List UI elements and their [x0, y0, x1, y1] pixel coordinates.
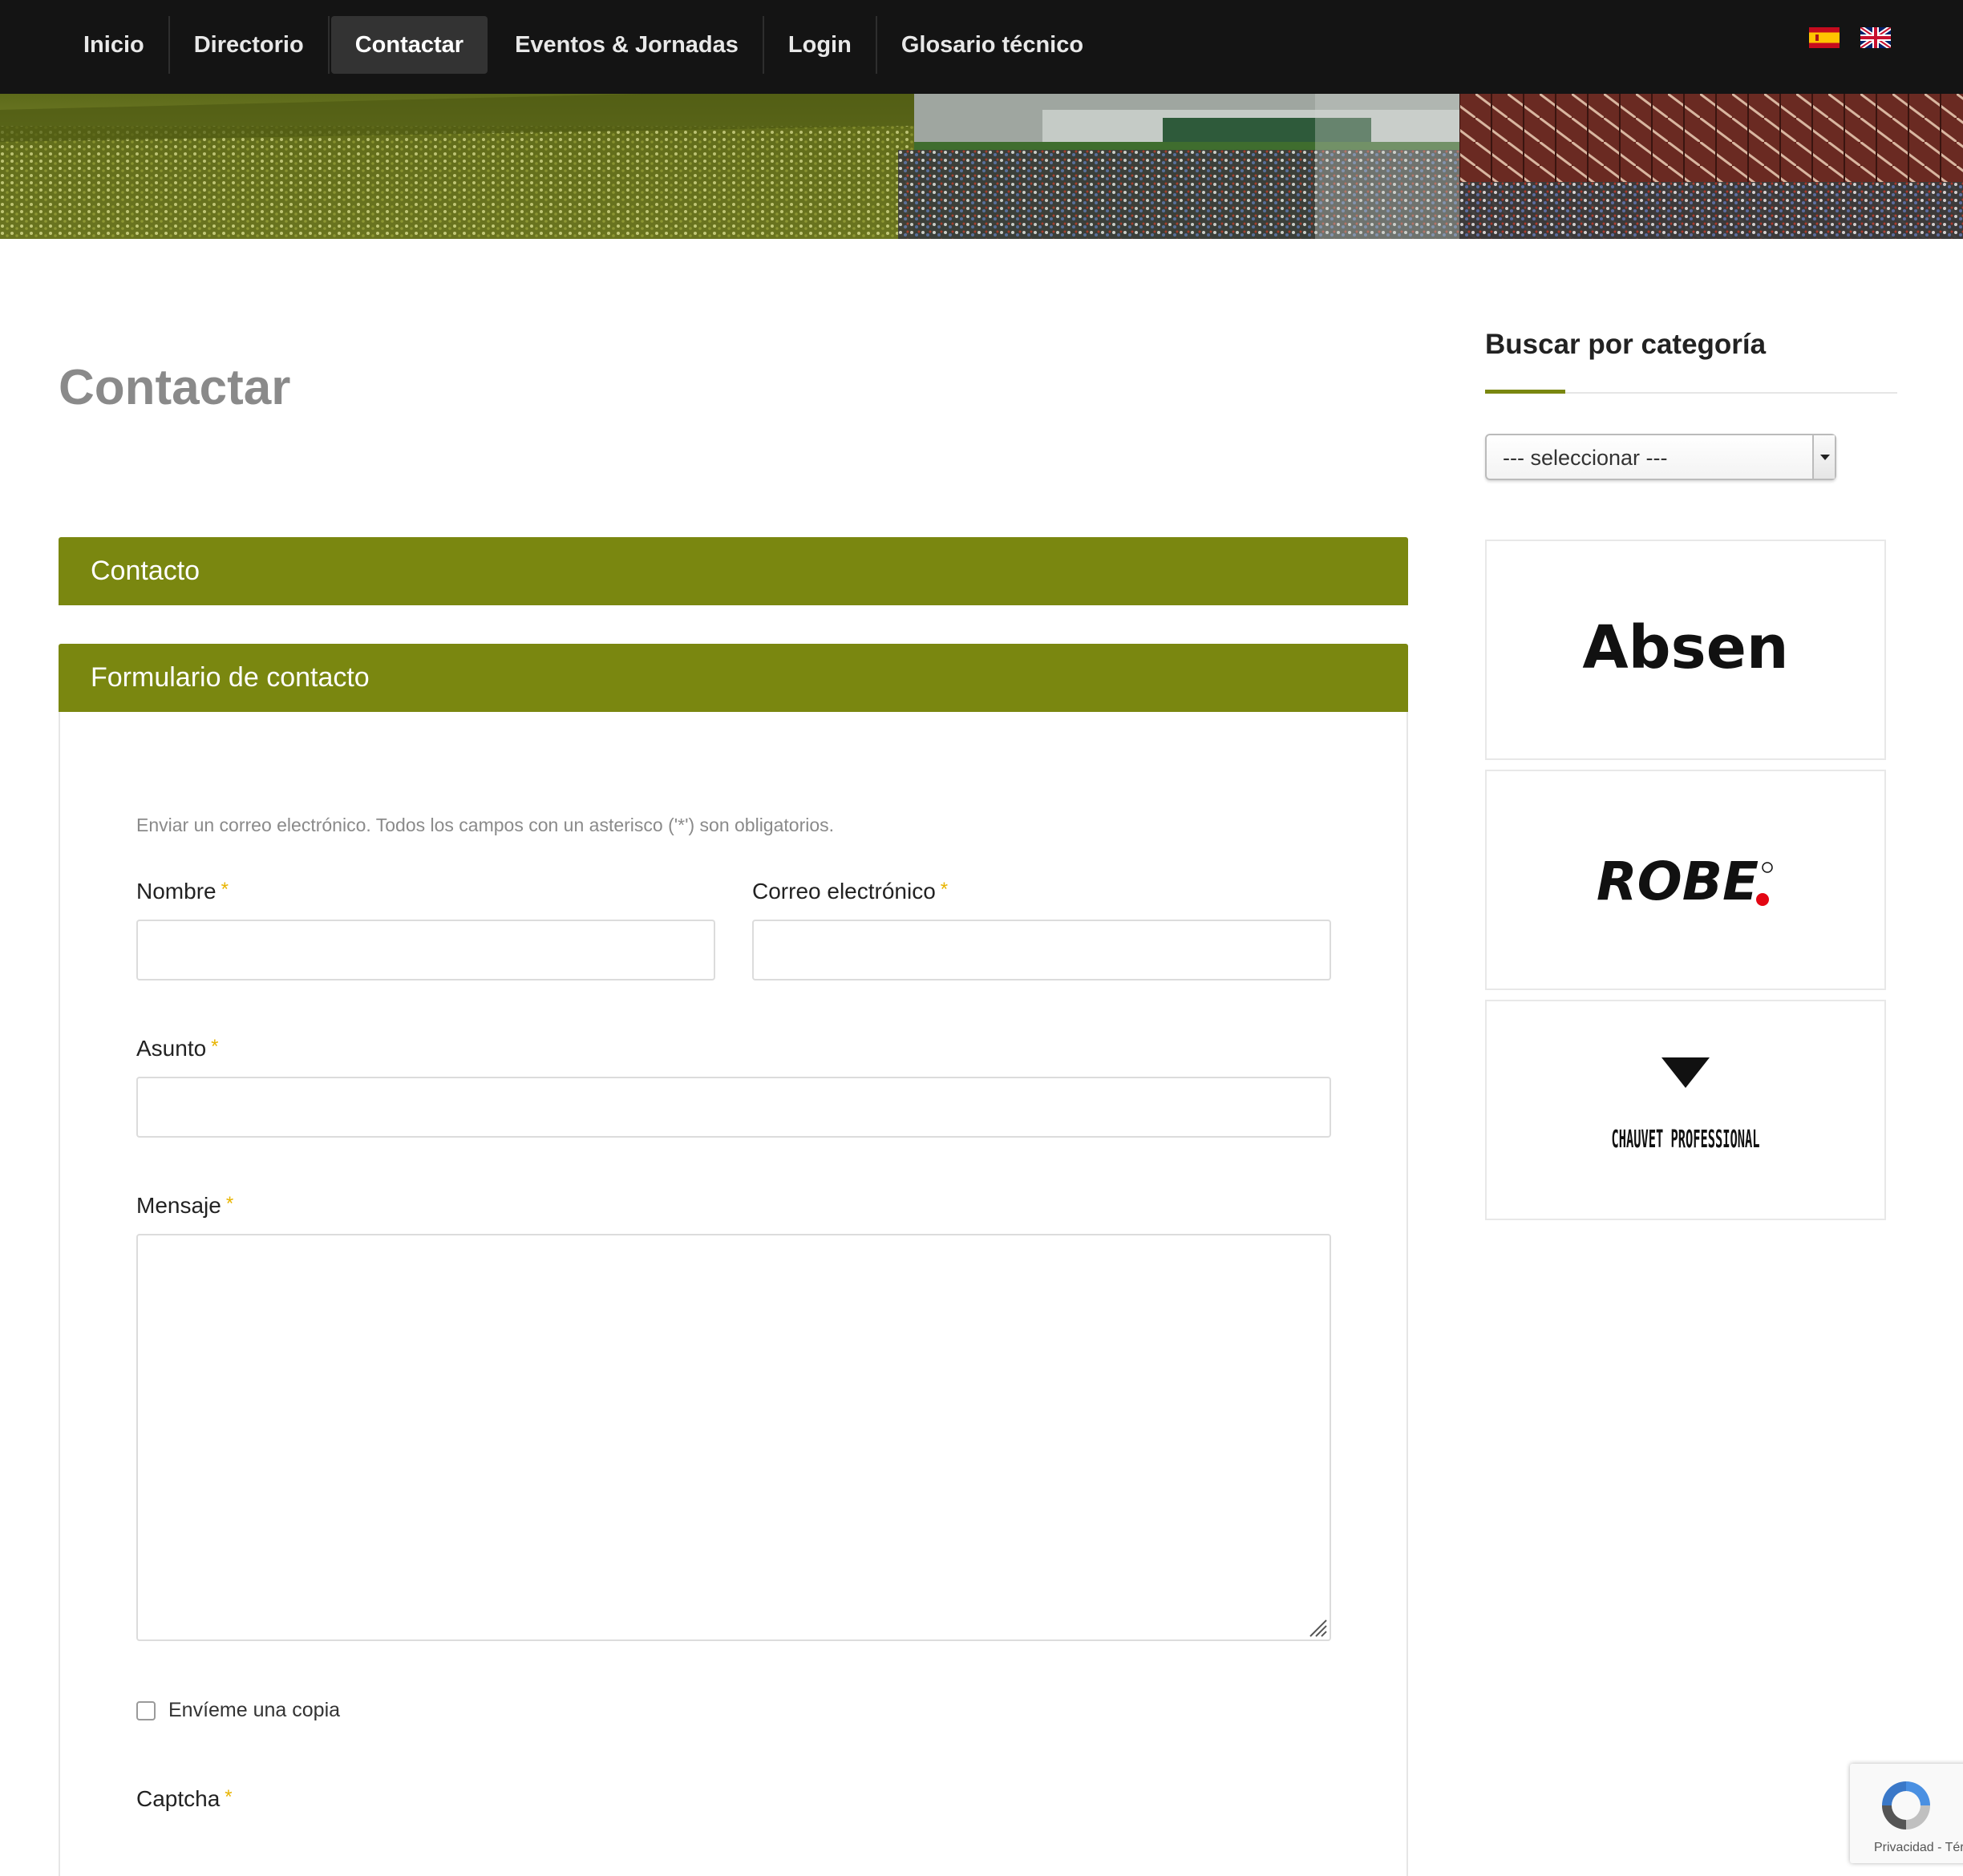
form-intro-text: Enviar un correo electrónico. Todos los …	[136, 815, 835, 835]
email-label-text: Correo electrónico	[752, 879, 936, 904]
chevron-down-icon[interactable]	[1812, 435, 1835, 479]
nav-item-eventos[interactable]: Eventos & Jornadas	[491, 16, 764, 74]
nav-item-login[interactable]: Login	[764, 16, 877, 74]
stadium-crowd-image	[0, 94, 1963, 239]
robe-logo: ROBE	[1597, 851, 1773, 912]
recaptcha-terms-text[interactable]: Privacidad - Términos	[1874, 1841, 1963, 1855]
resize-handle-icon[interactable]	[1305, 1615, 1328, 1638]
send-copy-checkbox[interactable]	[136, 1700, 156, 1720]
name-label-text: Nombre	[136, 879, 217, 904]
nav-item-directorio[interactable]: Directorio	[170, 16, 330, 74]
message-label-text: Mensaje	[136, 1193, 221, 1218]
language-switcher	[1809, 27, 1891, 48]
sidebar-title-accent	[1485, 390, 1565, 394]
contact-form-title: Formulario de contacto	[91, 662, 370, 693]
recaptcha-badge[interactable]: Privacidad - Términos	[1850, 1764, 1963, 1863]
name-label: Nombre *	[136, 879, 229, 904]
captcha-label: Captcha *	[136, 1786, 233, 1812]
robe-logo-text: ROBE	[1597, 851, 1759, 912]
registered-mark-icon	[1762, 862, 1773, 873]
category-select[interactable]: --- seleccionar ---	[1485, 434, 1836, 480]
nav-item-contactar[interactable]: Contactar	[330, 16, 488, 74]
absen-logo: Absen	[1582, 613, 1788, 682]
recaptcha-icon	[1882, 1781, 1930, 1830]
subject-label-text: Asunto	[136, 1036, 207, 1061]
required-marker: *	[225, 1786, 233, 1808]
required-marker: *	[225, 1193, 234, 1215]
chauvet-triangle-icon	[1661, 1057, 1710, 1088]
brand-banner-chauvet[interactable]: CHAUVET PROFESSIONAL	[1485, 1000, 1886, 1220]
subject-input[interactable]	[136, 1077, 1331, 1138]
send-copy-option: Envíeme una copia	[136, 1699, 340, 1722]
top-navigation-bar: Inicio Directorio Contactar Eventos & Jo…	[0, 0, 1963, 94]
category-search-title: Buscar por categoría	[1485, 329, 1767, 360]
category-select-value: --- seleccionar ---	[1503, 446, 1668, 470]
email-label: Correo electrónico *	[752, 879, 948, 904]
spanish-flag-icon[interactable]	[1809, 27, 1840, 48]
captcha-label-text: Captcha	[136, 1786, 221, 1811]
subject-label: Asunto *	[136, 1036, 219, 1061]
brand-banner-robe[interactable]: ROBE	[1485, 770, 1886, 990]
uk-flag-icon[interactable]	[1860, 27, 1891, 48]
robe-logo-dot	[1756, 893, 1769, 906]
required-marker: *	[211, 1036, 219, 1057]
contact-section-title: Contacto	[91, 556, 200, 586]
name-input[interactable]	[136, 920, 715, 980]
nav-item-inicio[interactable]: Inicio	[59, 16, 170, 74]
send-copy-label[interactable]: Envíeme una copia	[168, 1699, 340, 1722]
brand-banner-absen[interactable]: Absen	[1485, 540, 1886, 760]
header-banner-image	[0, 94, 1963, 239]
contact-section-header: Contacto	[59, 537, 1408, 605]
message-label: Mensaje *	[136, 1193, 233, 1219]
absen-logo-text: Absen	[1582, 613, 1788, 682]
message-textarea[interactable]	[136, 1234, 1331, 1641]
nav-item-glosario[interactable]: Glosario técnico	[877, 16, 1107, 74]
required-marker: *	[221, 879, 229, 900]
required-marker: *	[940, 879, 949, 900]
contact-form-header: Formulario de contacto	[59, 644, 1408, 712]
page-title: Contactar	[59, 360, 291, 415]
chauvet-logo: CHAUVET PROFESSIONAL	[1612, 1057, 1760, 1154]
main-menu: Inicio Directorio Contactar Eventos & Jo…	[59, 16, 1107, 74]
email-input[interactable]	[752, 920, 1331, 980]
chauvet-logo-text: CHAUVET PROFESSIONAL	[1612, 1126, 1760, 1154]
